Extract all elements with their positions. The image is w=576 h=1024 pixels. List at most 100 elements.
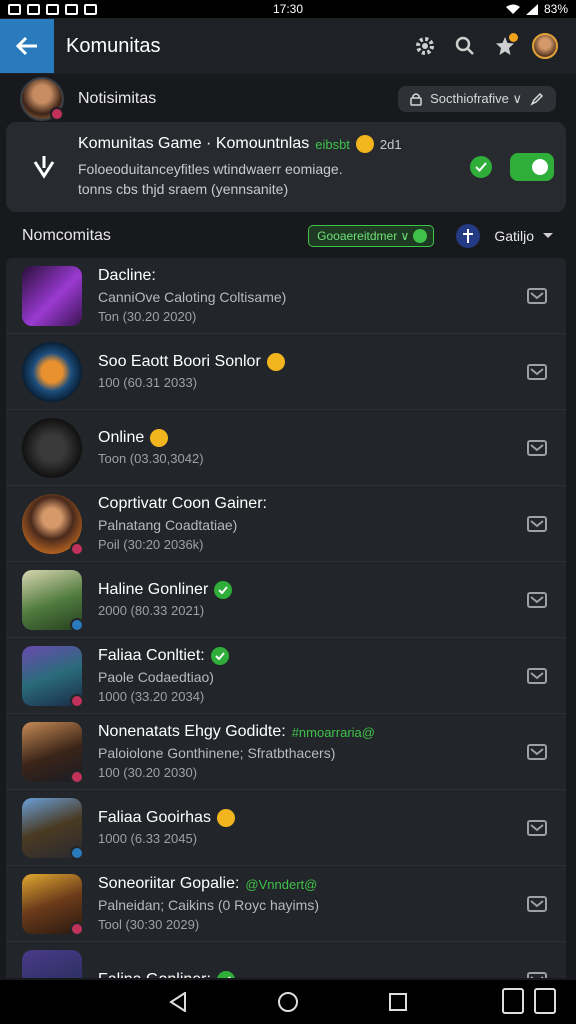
thumbnail-badge — [70, 693, 84, 708]
sort-dropdown-label: Gatiljo — [494, 228, 534, 244]
mail-icon[interactable] — [526, 817, 548, 839]
settings-button[interactable] — [412, 33, 438, 59]
mail-icon[interactable] — [526, 513, 548, 535]
nav-recent-button[interactable] — [343, 993, 453, 1011]
item-date: 100 (30.20 2030) — [98, 765, 198, 780]
item-tag: @Vnndert@ — [245, 876, 318, 892]
chevron-down-icon — [543, 233, 553, 238]
list-item[interactable]: Faliaa Gooirhas 1000 (6.33 2045) — [6, 790, 566, 866]
back-arrow-icon — [16, 36, 37, 56]
mail-icon[interactable] — [526, 665, 548, 687]
notification-icon — [27, 3, 40, 15]
list-item[interactable]: Online Toon (03.30,3042) — [6, 410, 566, 486]
user-avatar[interactable] — [20, 77, 64, 121]
verified-check-icon — [470, 156, 492, 178]
community-title: Komunitas Game · Komountnlas — [78, 135, 310, 152]
notification-icon — [46, 3, 59, 15]
item-title: Online — [98, 429, 145, 446]
item-title-row: Haline Gonliner — [98, 581, 526, 599]
triangle-back-icon — [169, 992, 186, 1012]
section-header: Nomcomitas Gooaereitdmer ∨ Gatiljo — [0, 220, 576, 252]
game-thumbnail — [22, 493, 84, 556]
filter-dropdown-label: Socthiofrafive ∨ — [430, 91, 522, 106]
list-item[interactable]: Soneoriitar Gopalie: @Vnndert@ Palneidan; … — [6, 866, 566, 942]
list-item[interactable]: Dacline: CanniOve Caloting Coltisame) Ton … — [6, 258, 566, 334]
item-text: Coprtivatr Coon Gainer: Palnatang Coadtat… — [98, 495, 526, 552]
profile-avatar[interactable] — [532, 33, 558, 59]
item-subtitle: CanniOve Caloting Coltisame) — [98, 289, 287, 305]
game-thumbnail — [22, 873, 84, 936]
item-text: Falina Gonliner: — [98, 970, 526, 979]
community-logo-icon — [28, 151, 60, 183]
notification-button[interactable] — [492, 33, 518, 59]
screenshot-icon[interactable] — [502, 988, 524, 1014]
list-item[interactable]: Coprtivatr Coon Gainer: Palnatang Coadtat… — [6, 486, 566, 562]
community-list[interactable]: Dacline: CanniOve Caloting Coltisame) Ton … — [6, 258, 566, 978]
list-item[interactable]: Haline Gonliner 2000 (80.33 2021) — [6, 562, 566, 638]
status-bar: 17:30 83% — [0, 0, 576, 18]
community-title-row: Komunitas Game · Komountnlas eibsbt 2d1 — [78, 135, 470, 153]
verified-check-icon — [210, 647, 229, 665]
keyboard-icon[interactable] — [534, 988, 556, 1014]
item-title-row: Nonenatats Ehgy Godidte: #nmoarraria@ — [98, 723, 526, 741]
circle-home-icon — [278, 992, 298, 1012]
item-title: Haline Gonliner — [98, 581, 209, 598]
app-bar-actions — [412, 33, 576, 59]
filter-dropdown-button[interactable]: Socthiofrafive ∨ — [398, 86, 556, 112]
community-card[interactable]: Komunitas Game · Komountnlas eibsbt 2d1 … — [6, 122, 566, 212]
gear-icon — [416, 37, 434, 55]
emoji-icon — [355, 135, 374, 153]
game-thumbnail — [22, 949, 82, 978]
notification-badge — [509, 33, 518, 42]
list-item[interactable]: Faliaa Conltiet: Paole Codaedtiao) 1000 (3… — [6, 638, 566, 714]
mail-icon[interactable] — [526, 969, 548, 978]
game-thumbnail — [22, 569, 84, 632]
item-subtitle: Palneidan; Caikins (0 Royc hayims) — [98, 897, 319, 913]
sort-dropdown[interactable]: Gatiljo — [494, 228, 554, 244]
back-button[interactable] — [0, 19, 54, 73]
item-text: Faliaa Conltiet: Paole Codaedtiao) 1000 (3… — [98, 647, 526, 704]
notifications-title: Notisimitas — [78, 90, 157, 107]
verified-check-icon — [214, 581, 233, 599]
item-date: Tool (30:30 2029) — [98, 917, 200, 932]
emoji-icon — [150, 429, 169, 447]
item-date: 100 (60.31 2033) — [98, 375, 198, 390]
item-title-row: Soo Eaott Boori Sonlor — [98, 353, 526, 371]
item-text: Soneoriitar Gopalie: @Vnndert@ Palneidan; … — [98, 875, 526, 932]
list-item[interactable]: Nonenatats Ehgy Godidte: #nmoarraria@ Palo… — [6, 714, 566, 790]
system-nav-bar — [0, 980, 576, 1024]
mail-icon[interactable] — [526, 361, 548, 383]
mail-icon[interactable] — [526, 589, 548, 611]
item-title-row: Dacline: — [98, 267, 526, 285]
community-toggle[interactable] — [510, 153, 554, 181]
community-tag: eibsbt — [315, 136, 350, 152]
item-title-row: Faliaa Conltiet: — [98, 647, 526, 665]
search-button[interactable] — [452, 33, 478, 59]
mail-icon[interactable] — [526, 893, 548, 915]
list-item[interactable]: Soo Eaott Boori Sonlor 100 (60.31 2033) — [6, 334, 566, 410]
nav-home-button[interactable] — [233, 991, 343, 1013]
item-subtitle: Paole Codaedtiao) — [98, 669, 214, 685]
list-item[interactable]: Falina Gonliner: — [6, 942, 566, 978]
nav-back-button[interactable] — [123, 992, 233, 1012]
mail-icon[interactable] — [526, 285, 548, 307]
game-thumbnail — [22, 341, 82, 402]
item-text: Faliaa Gooirhas 1000 (6.33 2045) — [98, 809, 526, 846]
game-controller-icon[interactable] — [456, 224, 481, 248]
game-thumbnail — [22, 417, 82, 478]
game-thumbnail — [22, 645, 84, 708]
mail-icon[interactable] — [526, 741, 548, 763]
thumbnail-badge — [70, 617, 84, 632]
mail-icon[interactable] — [526, 437, 548, 459]
square-recent-icon — [389, 993, 407, 1011]
item-title: Soo Eaott Boori Sonlor — [98, 353, 261, 370]
item-title: Falina Gonliner: — [98, 971, 211, 979]
item-text: Soo Eaott Boori Sonlor 100 (60.31 2033) — [98, 353, 526, 390]
item-title: Soneoriitar Gopalie: — [98, 875, 240, 892]
page-title: Komunitas — [66, 34, 161, 57]
filter-chip[interactable]: Gooaereitdmer ∨ — [308, 225, 435, 247]
item-title-row: Online — [98, 429, 526, 447]
game-thumbnail — [22, 721, 84, 784]
verified-check-icon — [216, 970, 235, 978]
game-thumbnail — [22, 797, 84, 860]
